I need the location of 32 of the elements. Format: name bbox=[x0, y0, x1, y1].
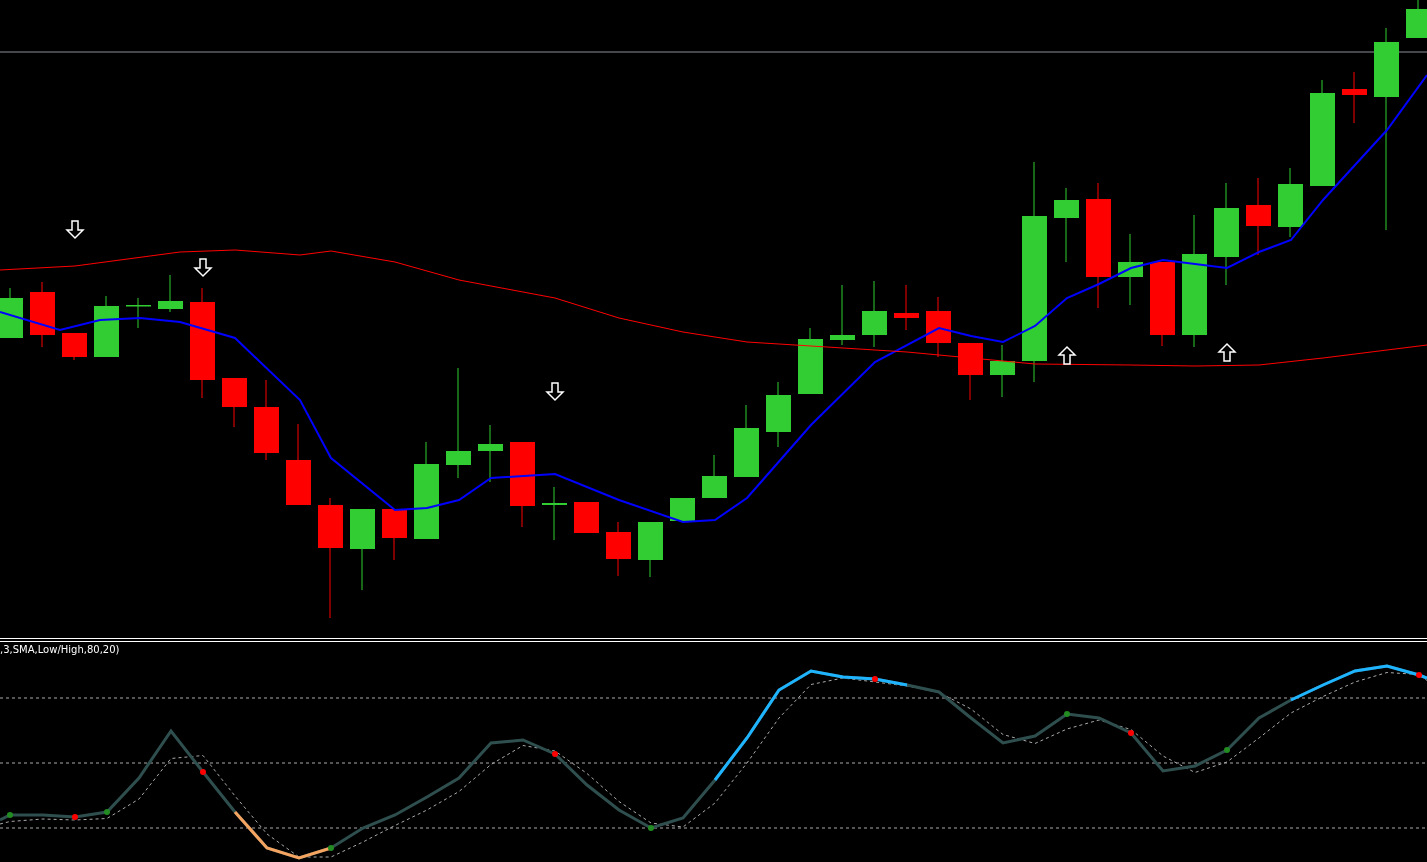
candlestick bbox=[62, 332, 87, 361]
candlestick bbox=[702, 454, 727, 499]
candlestick bbox=[670, 497, 695, 522]
candlestick bbox=[638, 521, 663, 578]
candlestick bbox=[158, 274, 183, 313]
candlestick bbox=[1342, 71, 1367, 124]
candlestick bbox=[606, 521, 631, 577]
down-arrow-icon bbox=[545, 382, 565, 402]
indicator-label: ,3,SMA,Low/High,80,20) bbox=[0, 644, 120, 655]
candlestick bbox=[542, 486, 567, 541]
candlestick bbox=[94, 295, 119, 358]
candlestick bbox=[478, 424, 503, 483]
up-arrow-icon bbox=[1057, 345, 1077, 365]
candlestick bbox=[798, 327, 823, 395]
candlestick bbox=[126, 297, 151, 329]
candlestick bbox=[990, 344, 1015, 398]
candlestick bbox=[894, 284, 919, 331]
candlestick bbox=[574, 501, 599, 534]
up-arrow-icon bbox=[1217, 342, 1237, 362]
down-arrow-icon bbox=[65, 220, 85, 240]
candlestick bbox=[830, 284, 855, 346]
down-arrow-icon bbox=[193, 258, 213, 278]
candlestick bbox=[862, 280, 887, 348]
candlestick bbox=[0, 287, 23, 339]
candlestick bbox=[30, 281, 55, 348]
candlestick bbox=[1406, 0, 1427, 39]
candlestick bbox=[926, 296, 951, 358]
candlestick bbox=[1278, 167, 1303, 238]
candlestick bbox=[958, 342, 983, 401]
candlestick bbox=[222, 377, 247, 428]
candlestick bbox=[382, 508, 407, 561]
candlestick bbox=[766, 381, 791, 448]
